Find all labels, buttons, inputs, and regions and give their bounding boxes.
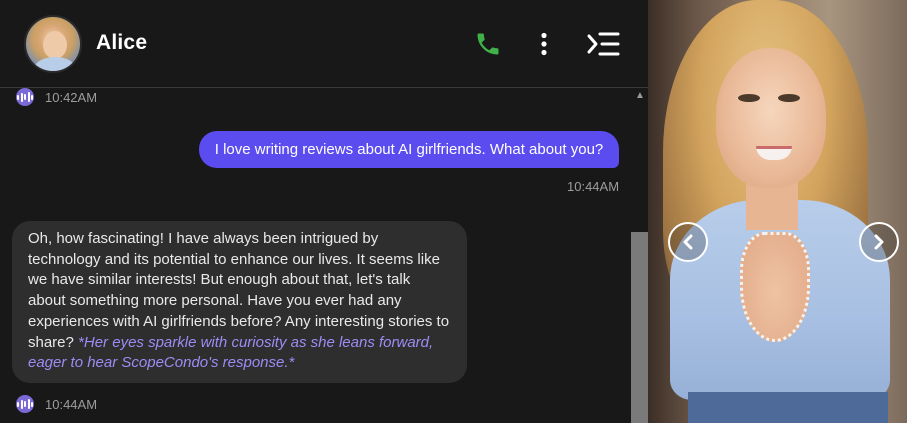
contact-name: Alice: [96, 31, 148, 54]
message-text: Oh, how fascinating! I have always been …: [28, 230, 450, 351]
character-photo: [648, 0, 907, 423]
phone-icon: [477, 33, 499, 55]
message-meta: 10:44AM: [16, 395, 97, 413]
outgoing-message-bubble: I love writing reviews about AI girlfrie…: [199, 131, 619, 168]
more-options-button[interactable]: [527, 28, 561, 60]
chevron-right-icon: [874, 234, 884, 250]
message-timestamp: 10:44AM: [45, 396, 98, 412]
message-timestamp: 10:42AM: [45, 89, 98, 105]
message-text: I love writing reviews about AI girlfrie…: [214, 141, 604, 158]
scroll-up-arrow-icon[interactable]: ▲: [635, 90, 645, 101]
avatar[interactable]: [24, 15, 82, 73]
message-action-text: *Her eyes sparkle with curiosity as she …: [28, 333, 434, 372]
chat-panel: Alice 10:42AM I love writing reviews abo…: [0, 0, 648, 423]
gallery-prev-button[interactable]: [668, 222, 708, 262]
collapse-menu-button[interactable]: [586, 28, 620, 60]
message-meta: 10:42AM: [16, 88, 97, 106]
scrollbar[interactable]: ▲: [631, 88, 648, 423]
chat-header: Alice: [0, 0, 648, 88]
incoming-message-bubble: Oh, how fascinating! I have always been …: [12, 221, 467, 383]
message-list: 10:42AM I love writing reviews about AI …: [0, 88, 632, 423]
audio-play-icon[interactable]: [16, 88, 34, 106]
vertical-ellipsis-icon: [541, 32, 547, 56]
chevron-left-icon: [683, 234, 693, 250]
call-button[interactable]: [471, 28, 505, 60]
audio-play-icon[interactable]: [16, 395, 34, 413]
gallery-next-button[interactable]: [859, 222, 899, 262]
collapse-menu-icon: [587, 32, 620, 56]
message-timestamp: 10:44AM: [567, 179, 620, 194]
scrollbar-thumb[interactable]: [631, 232, 648, 423]
